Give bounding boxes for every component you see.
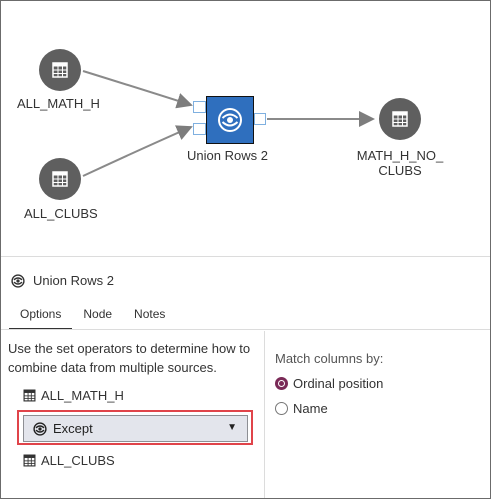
union-rows-icon (11, 273, 25, 288)
table-icon (392, 111, 408, 127)
node-label-all-clubs: ALL_CLUBS (24, 206, 98, 221)
tabs-underline (1, 329, 490, 330)
options-description: Use the set operators to determine how t… (8, 341, 251, 375)
source-row-second: ALL_CLUBS (23, 453, 115, 468)
radio-ordinal-position[interactable]: Ordinal position (275, 376, 383, 391)
chevron-down-icon: ▼ (227, 422, 237, 433)
match-columns-label: Match columns by: (275, 351, 384, 366)
tab-notes[interactable]: Notes (123, 301, 176, 329)
tab-node[interactable]: Node (72, 301, 123, 329)
node-label-union-rows: Union Rows 2 (187, 148, 268, 163)
node-all-math-h[interactable] (39, 49, 81, 91)
table-icon (23, 454, 36, 467)
flow-canvas: ALL_MATH_H ALL_CLUBS Union Rows 2 MATH_H… (1, 1, 490, 256)
union-rows-icon (218, 108, 242, 132)
radio-name-label: Name (293, 401, 328, 416)
panel-column-divider (264, 331, 265, 498)
node-all-clubs[interactable] (39, 158, 81, 200)
output-port[interactable] (254, 113, 266, 125)
tab-options[interactable]: Options (9, 301, 73, 330)
node-label-output-line1: MATH_H_NO_ (356, 148, 444, 163)
set-operator-value: Except (53, 421, 93, 436)
panel-header: Union Rows 2 (11, 273, 114, 288)
table-icon (52, 171, 68, 187)
input-port-2[interactable] (193, 123, 206, 135)
pipeline-editor: ALL_MATH_H ALL_CLUBS Union Rows 2 MATH_H… (0, 0, 491, 499)
table-icon (52, 62, 68, 78)
panel-title: Union Rows 2 (33, 273, 114, 288)
node-label-output-line2: CLUBS (378, 163, 422, 178)
source-first-label: ALL_MATH_H (41, 388, 124, 403)
source-row-first: ALL_MATH_H (23, 388, 124, 403)
panel-tabs: Options Node Notes (9, 301, 176, 330)
canvas-divider (1, 256, 490, 257)
set-operator-select[interactable]: Except ▼ (23, 415, 248, 442)
node-output-table[interactable] (379, 98, 421, 140)
union-rows-icon (33, 421, 47, 436)
radio-button-unchecked[interactable] (275, 402, 288, 415)
source-second-label: ALL_CLUBS (41, 453, 115, 468)
node-label-output: MATH_H_NO_ CLUBS (353, 148, 447, 178)
link-clubs-to-union (82, 125, 193, 177)
radio-button-checked[interactable] (275, 377, 288, 390)
radio-name[interactable]: Name (275, 401, 328, 416)
input-port-1[interactable] (193, 101, 206, 113)
radio-ordinal-label: Ordinal position (293, 376, 384, 391)
table-icon (23, 389, 36, 402)
node-union-rows[interactable] (206, 96, 254, 144)
node-label-all-math-h: ALL_MATH_H (17, 96, 100, 111)
